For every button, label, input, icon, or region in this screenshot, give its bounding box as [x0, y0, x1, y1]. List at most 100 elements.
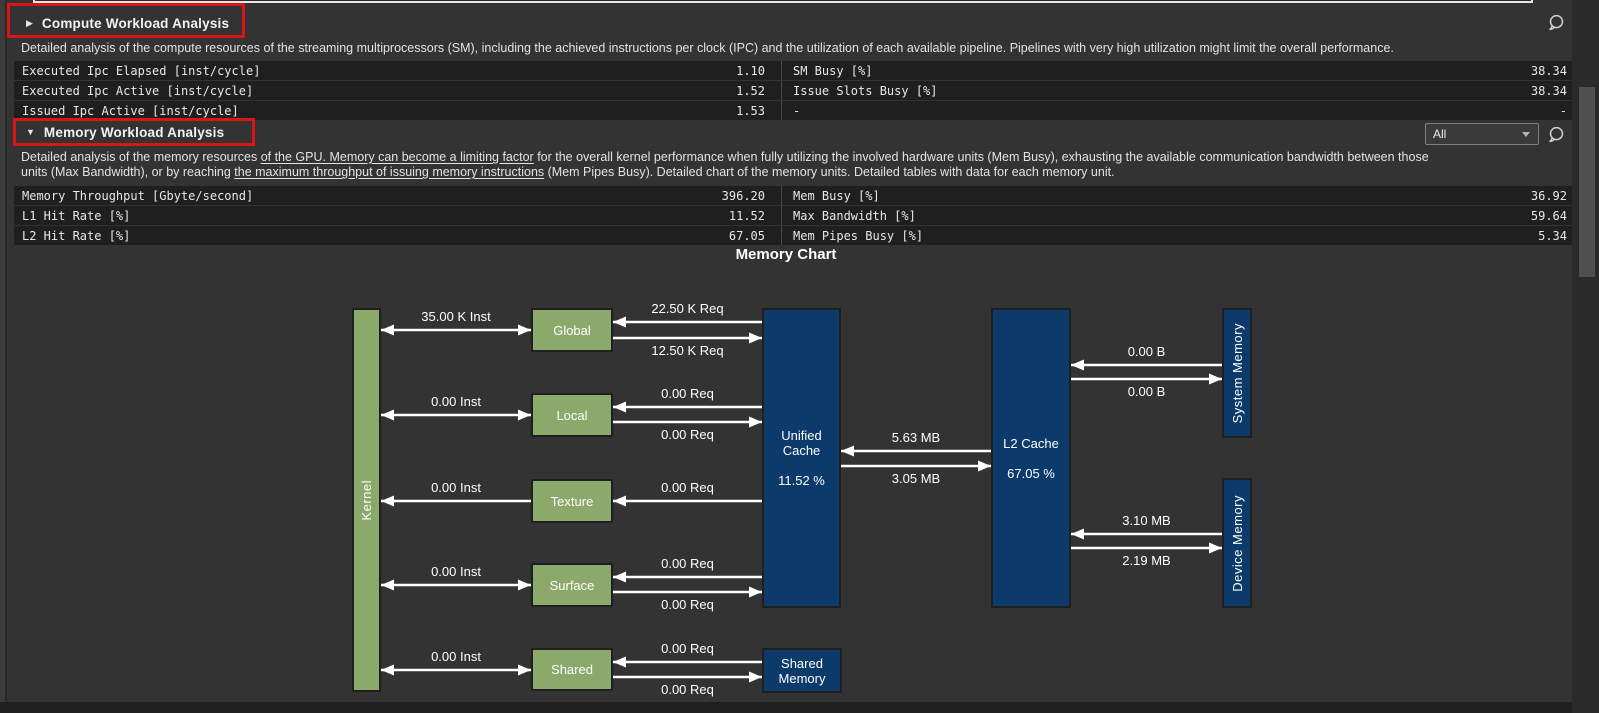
metric-value: 396.20	[722, 189, 765, 203]
metric-value: 38.34	[1531, 84, 1567, 98]
comment-bubble-icon[interactable]	[1547, 14, 1565, 31]
node-shared-memory: SharedMemory	[762, 648, 842, 693]
arrowhead	[1209, 543, 1222, 554]
metric-label: -	[793, 104, 800, 118]
node-l2-cache: L2 Cache 67.05 %	[991, 308, 1071, 608]
column-divider	[781, 186, 782, 205]
memory-filter-dropdown[interactable]: All	[1425, 123, 1539, 145]
node-label: Shared	[551, 662, 593, 677]
metric-label: Executed Ipc Active [inst/cycle]	[22, 84, 253, 98]
compute-metrics-table: Executed Ipc Elapsed [inst/cycle]1.10SM …	[14, 61, 1572, 121]
arrowhead	[381, 410, 394, 421]
node-label: L2 Cache	[1003, 436, 1059, 451]
node-surface: Surface	[531, 563, 613, 607]
metric-value: 5.34	[1538, 229, 1567, 243]
metric-label: Mem Busy [%]	[793, 189, 880, 203]
chevron-down-icon	[1522, 132, 1530, 137]
table-row[interactable]: Executed Ipc Active [inst/cycle]1.52Issu…	[14, 81, 1572, 100]
node-label: Shared	[781, 656, 823, 671]
metric-label: Issued Ipc Active [inst/cycle]	[22, 104, 239, 118]
metric-label: Max Bandwidth [%]	[793, 209, 916, 223]
node-global: Global	[531, 308, 613, 352]
node-label: Surface	[550, 578, 595, 593]
metric-label: Executed Ipc Elapsed [inst/cycle]	[22, 64, 260, 78]
table-row[interactable]: L1 Hit Rate [%] 11.52 Max Bandwidth [%] 59.…	[14, 206, 1572, 225]
edge-label: 5.63 MB	[892, 430, 940, 445]
edge-label: 0.00 Req	[661, 427, 714, 442]
node-label: Cache	[783, 443, 821, 458]
arrowhead	[1071, 529, 1084, 540]
comment-bubble-icon[interactable]	[1547, 126, 1565, 143]
dropdown-selected-value: All	[1426, 127, 1446, 141]
node-label: 11.52 %	[778, 473, 825, 488]
table-row[interactable]: Memory Throughput [Gbyte/second] 396.20 Me…	[14, 186, 1572, 205]
arrowhead	[518, 325, 531, 336]
edge-label: 0.00 B	[1128, 384, 1166, 399]
arrowhead	[841, 446, 854, 457]
next-section-remnant	[0, 702, 1572, 713]
column-divider	[781, 206, 782, 225]
node-system-memory: System Memory	[1222, 308, 1252, 438]
metric-value: 59.64	[1531, 209, 1567, 223]
nsight-compute-details-page: { "colors": { "page_bg": "#333333", "row…	[0, 0, 1599, 713]
column-divider	[781, 61, 782, 80]
node-label: System Memory	[1230, 323, 1245, 423]
description-line: Detailed analysis of the memory resource…	[21, 150, 1429, 165]
arrowhead	[749, 587, 762, 598]
node-label: Global	[553, 323, 591, 338]
description-text: units (Max Bandwidth), or by reaching	[21, 165, 234, 179]
section-header-memory-workload[interactable]: ▼ Memory Workload Analysis	[0, 118, 1572, 146]
edge-label: 2.19 MB	[1122, 553, 1170, 568]
compute-description: Detailed analysis of the compute resourc…	[21, 41, 1394, 56]
node-label	[800, 458, 804, 473]
metric-value: 1.10	[736, 64, 765, 78]
edge-label: 0.00 Inst	[431, 480, 481, 495]
vertical-scrollbar-thumb[interactable]	[1579, 87, 1595, 277]
section-header-compute-workload[interactable]: ▶ Compute Workload Analysis	[0, 9, 1572, 37]
memory-chart-title: Memory Chart	[0, 246, 1572, 263]
memory-metrics-table: Memory Throughput [Gbyte/second] 396.20 Me…	[14, 186, 1572, 246]
arrowhead	[749, 333, 762, 344]
edge-label: 0.00 Inst	[431, 564, 481, 579]
edge-label: 0.00 Req	[661, 386, 714, 401]
edge-label: 0.00 B	[1128, 344, 1166, 359]
arrowhead	[381, 496, 394, 507]
previous-section-remnant	[33, 0, 1533, 3]
metric-label: L2 Hit Rate [%]	[22, 229, 130, 243]
edge-label: 3.10 MB	[1122, 513, 1170, 528]
description-line: units (Max Bandwidth), or by reaching th…	[21, 165, 1429, 180]
node-device-memory: Device Memory	[1222, 478, 1252, 608]
edge-label: 0.00 Req	[661, 556, 714, 571]
metric-label: Memory Throughput [Gbyte/second]	[22, 189, 253, 203]
description-text: Detailed analysis of the memory resource…	[21, 150, 261, 164]
description-text: (Mem Pipes Busy). Detailed chart of the …	[544, 165, 1114, 179]
arrowhead	[381, 665, 394, 676]
table-row[interactable]: L2 Hit Rate [%]67.05Mem Pipes Busy [%]5.…	[14, 226, 1572, 245]
arrowhead	[381, 325, 394, 336]
metric-label: L1 Hit Rate [%]	[22, 209, 130, 223]
node-label: Texture	[551, 494, 594, 509]
metric-value: 1.52	[736, 84, 765, 98]
collapse-triangle-down-icon[interactable]: ▼	[26, 127, 35, 137]
edge-label: 12.50 K Req	[651, 343, 723, 358]
edge-label: 0.00 Inst	[431, 394, 481, 409]
collapse-triangle-right-icon[interactable]: ▶	[26, 18, 33, 29]
description-text: for the overall kernel performance when …	[534, 150, 1429, 164]
window-left-edge	[0, 0, 7, 713]
arrowhead	[518, 580, 531, 591]
node-label: Unified	[781, 428, 821, 443]
memory-description: Detailed analysis of the memory resource…	[21, 150, 1429, 180]
column-divider	[781, 226, 782, 245]
edge-label: 35.00 K Inst	[421, 309, 491, 324]
arrowhead	[1209, 374, 1222, 385]
node-label: Local	[556, 408, 587, 423]
metric-value: 11.52	[729, 209, 765, 223]
edge-label: 0.00 Req	[661, 480, 714, 495]
table-row[interactable]: Executed Ipc Elapsed [inst/cycle]1.10SM …	[14, 61, 1572, 80]
node-label	[1029, 451, 1033, 466]
node-shared: Shared	[531, 648, 613, 691]
arrowhead	[978, 461, 991, 472]
edge-label: 0.00 Req	[661, 597, 714, 612]
underlined-phrase: of the GPU. Memory can become a limiting…	[261, 150, 534, 164]
metric-label: Mem Pipes Busy [%]	[793, 229, 923, 243]
